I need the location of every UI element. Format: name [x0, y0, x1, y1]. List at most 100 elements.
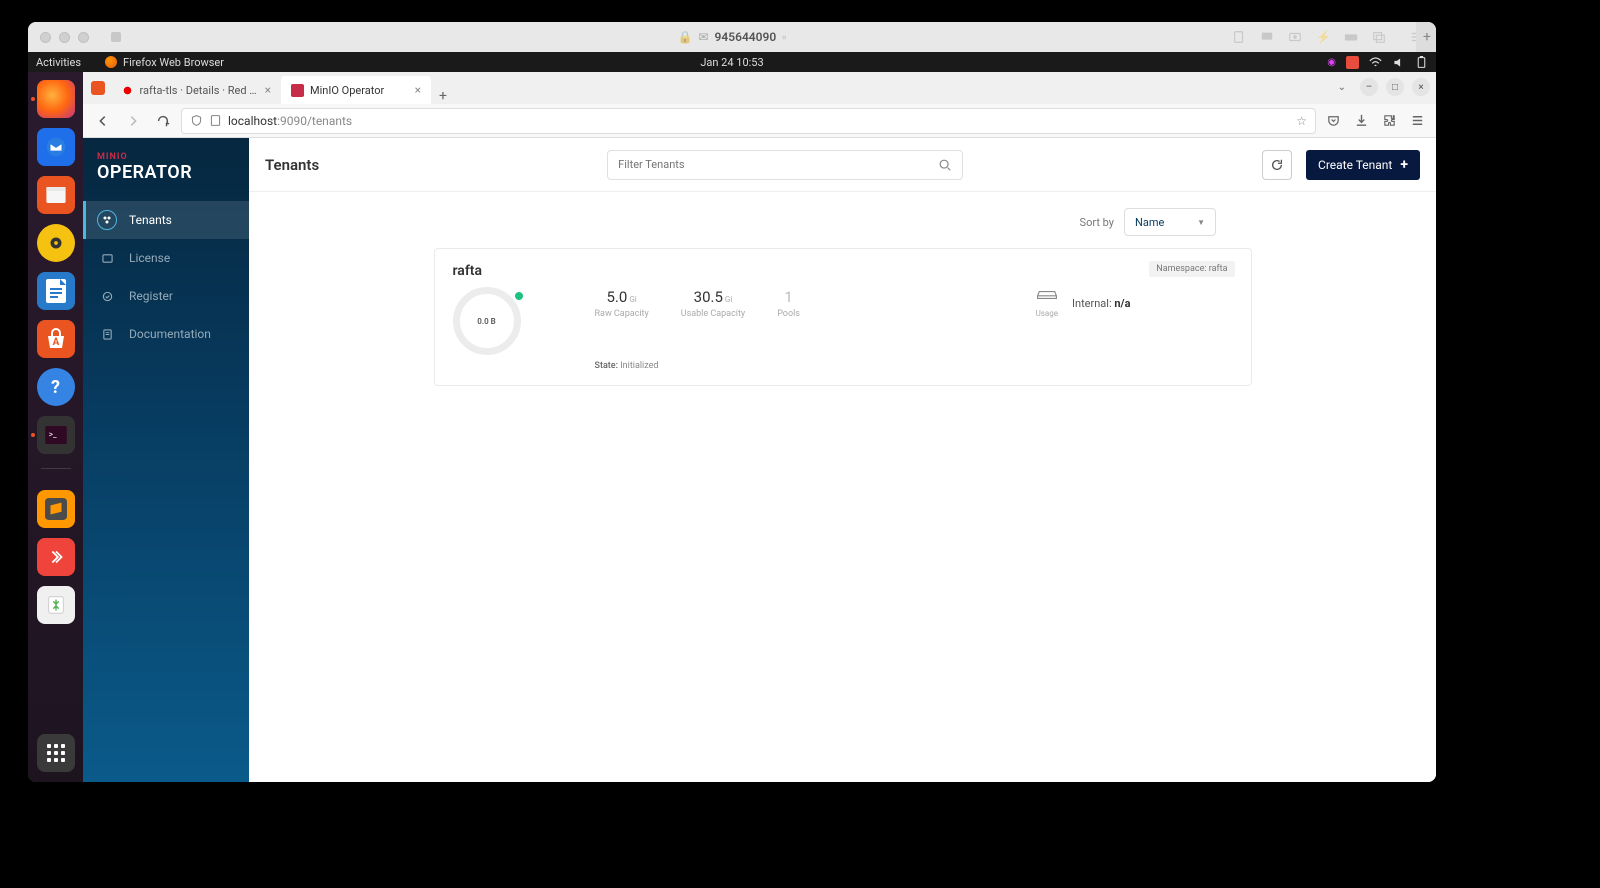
nav-license[interactable]: License [83, 239, 249, 277]
hamburger-menu-icon[interactable] [1406, 110, 1428, 132]
keyboard-icon[interactable] [1344, 30, 1358, 44]
window-file-icon [111, 32, 121, 42]
ubuntu-dock: A ? >_ [28, 72, 83, 782]
url-host: localhost:9090/tenants [228, 114, 352, 128]
reload-button[interactable] [151, 109, 175, 133]
dock-thunderbird[interactable] [37, 128, 75, 166]
usage-gauge: 0.0 B [453, 287, 521, 355]
tab-close-icon[interactable]: × [265, 83, 271, 97]
dock-show-apps[interactable] [37, 734, 75, 772]
dock-help[interactable]: ? [37, 368, 75, 406]
filter-tenants-search[interactable] [607, 150, 963, 180]
window-maximize[interactable]: □ [1386, 78, 1404, 96]
dock-anydesk[interactable] [37, 538, 75, 576]
minio-content: Sort by Name ▼ rafta Namespace: rafta [249, 192, 1436, 782]
svg-text:>_: >_ [48, 429, 56, 439]
close-dot[interactable] [40, 32, 51, 43]
activities-button[interactable]: Activities [36, 56, 81, 69]
stat-pools: 1 Pools [777, 287, 800, 319]
minio-main: Tenants Create Ten [249, 138, 1436, 782]
tab-overflow-chevron[interactable]: ⌄ [1338, 82, 1346, 93]
address-bar[interactable]: localhost:9090/tenants ☆ [181, 108, 1316, 134]
gauge-value: 0.0 B [453, 287, 521, 355]
clock[interactable]: Jan 24 10:53 [700, 56, 763, 69]
nav-label: Documentation [129, 327, 211, 341]
minimize-dot[interactable] [59, 32, 70, 43]
firefox-home-icon[interactable] [91, 81, 105, 95]
tab-close-icon[interactable]: × [415, 83, 421, 97]
tenant-right: Usage Internal: n/a [1036, 289, 1131, 318]
sort-select[interactable]: Name ▼ [1124, 208, 1216, 236]
tray-app-icon[interactable] [1346, 56, 1359, 69]
record-icon[interactable] [1288, 30, 1302, 44]
dock-firefox[interactable] [37, 80, 75, 118]
mac-add-tab[interactable]: + [1416, 22, 1436, 52]
tab-minio-operator[interactable]: MinIO Operator × [281, 76, 431, 104]
zoom-dot[interactable] [78, 32, 89, 43]
search-icon [938, 158, 952, 172]
tenant-namespace-badge: Namespace: rafta [1149, 261, 1234, 277]
title-number: 945644090 [715, 30, 777, 44]
battery-icon[interactable] [1415, 56, 1428, 69]
dock-libreoffice-writer[interactable] [37, 272, 75, 310]
logo-brand: MINIO [97, 152, 237, 162]
extensions-icon[interactable] [1378, 110, 1400, 132]
window-close[interactable]: × [1412, 78, 1430, 96]
svg-text:A: A [52, 337, 59, 348]
tenant-state: State: Initialized [595, 361, 1233, 371]
minio-icon [291, 84, 304, 97]
shield-icon[interactable] [190, 114, 203, 127]
plus-icon: + [1400, 157, 1408, 173]
chevron-down-icon: ▼ [1197, 218, 1205, 227]
display-icon[interactable] [1260, 30, 1274, 44]
bookmark-star-icon[interactable]: ☆ [1296, 114, 1307, 128]
dock-ubuntu-software[interactable]: A [37, 320, 75, 358]
mac-window: 🔒 ✉ 945644090 ▫ ⚡ [28, 22, 1436, 782]
pocket-icon[interactable] [1322, 110, 1344, 132]
nav-documentation[interactable]: Documentation [83, 315, 249, 353]
nav-label: License [129, 251, 170, 265]
volume-icon[interactable] [1392, 56, 1405, 69]
dock-rhythmbox[interactable] [37, 224, 75, 262]
firefox-window: rafta-tls · Details · Red Ha × MinIO Ope… [83, 72, 1436, 782]
downloads-icon[interactable] [1350, 110, 1372, 132]
new-tab-button[interactable]: + [431, 88, 455, 104]
mac-titlebar: 🔒 ✉ 945644090 ▫ ⚡ [28, 22, 1436, 52]
bolt-icon[interactable]: ⚡ [1316, 30, 1330, 44]
tray-indicator-icon[interactable]: ◉ [1327, 57, 1336, 68]
info-icon[interactable] [209, 114, 222, 127]
mac-titlebar-right: ⚡ [1232, 30, 1424, 44]
nav-tenants[interactable]: Tenants [83, 201, 249, 239]
ubuntu-topbar: Activities Firefox Web Browser Jan 24 10… [28, 52, 1436, 72]
wifi-icon[interactable] [1369, 56, 1382, 69]
back-button[interactable] [91, 109, 115, 133]
stat-label: Raw Capacity [595, 309, 649, 319]
dock-files[interactable] [37, 176, 75, 214]
forward-button[interactable] [121, 109, 145, 133]
register-icon [97, 286, 117, 306]
stat-label: Pools [777, 309, 800, 319]
page-title: Tenants [265, 156, 319, 174]
window-minimize[interactable]: – [1360, 78, 1378, 96]
active-app-indicator[interactable]: Firefox Web Browser [105, 56, 224, 69]
create-tenant-button[interactable]: Create Tenant + [1306, 150, 1420, 180]
usage-label: Usage [1036, 309, 1058, 318]
ubuntu-topbar-left: Activities Firefox Web Browser [36, 56, 224, 69]
minio-header: Tenants Create Ten [249, 138, 1436, 192]
stat-unit: Gi [629, 295, 636, 304]
doc-icon[interactable] [1232, 30, 1246, 44]
tab-rafta-tls[interactable]: rafta-tls · Details · Red Ha × [111, 76, 281, 104]
redhat-icon [121, 84, 134, 97]
dock-terminal[interactable]: >_ [37, 416, 75, 454]
tenant-name: rafta [453, 263, 1233, 279]
windows-icon[interactable] [1372, 30, 1386, 44]
stat-value: 30.5 [694, 288, 723, 306]
state-label: State: [595, 361, 619, 371]
dock-sublime-text[interactable] [37, 490, 75, 528]
refresh-button[interactable] [1262, 150, 1292, 180]
search-input[interactable] [618, 158, 938, 171]
dock-trash[interactable] [37, 586, 75, 624]
nav-register[interactable]: Register [83, 277, 249, 315]
tenant-card[interactable]: rafta Namespace: rafta 0.0 B 5.0Gi [434, 248, 1252, 386]
lock-icon: 🔒 [678, 30, 693, 44]
